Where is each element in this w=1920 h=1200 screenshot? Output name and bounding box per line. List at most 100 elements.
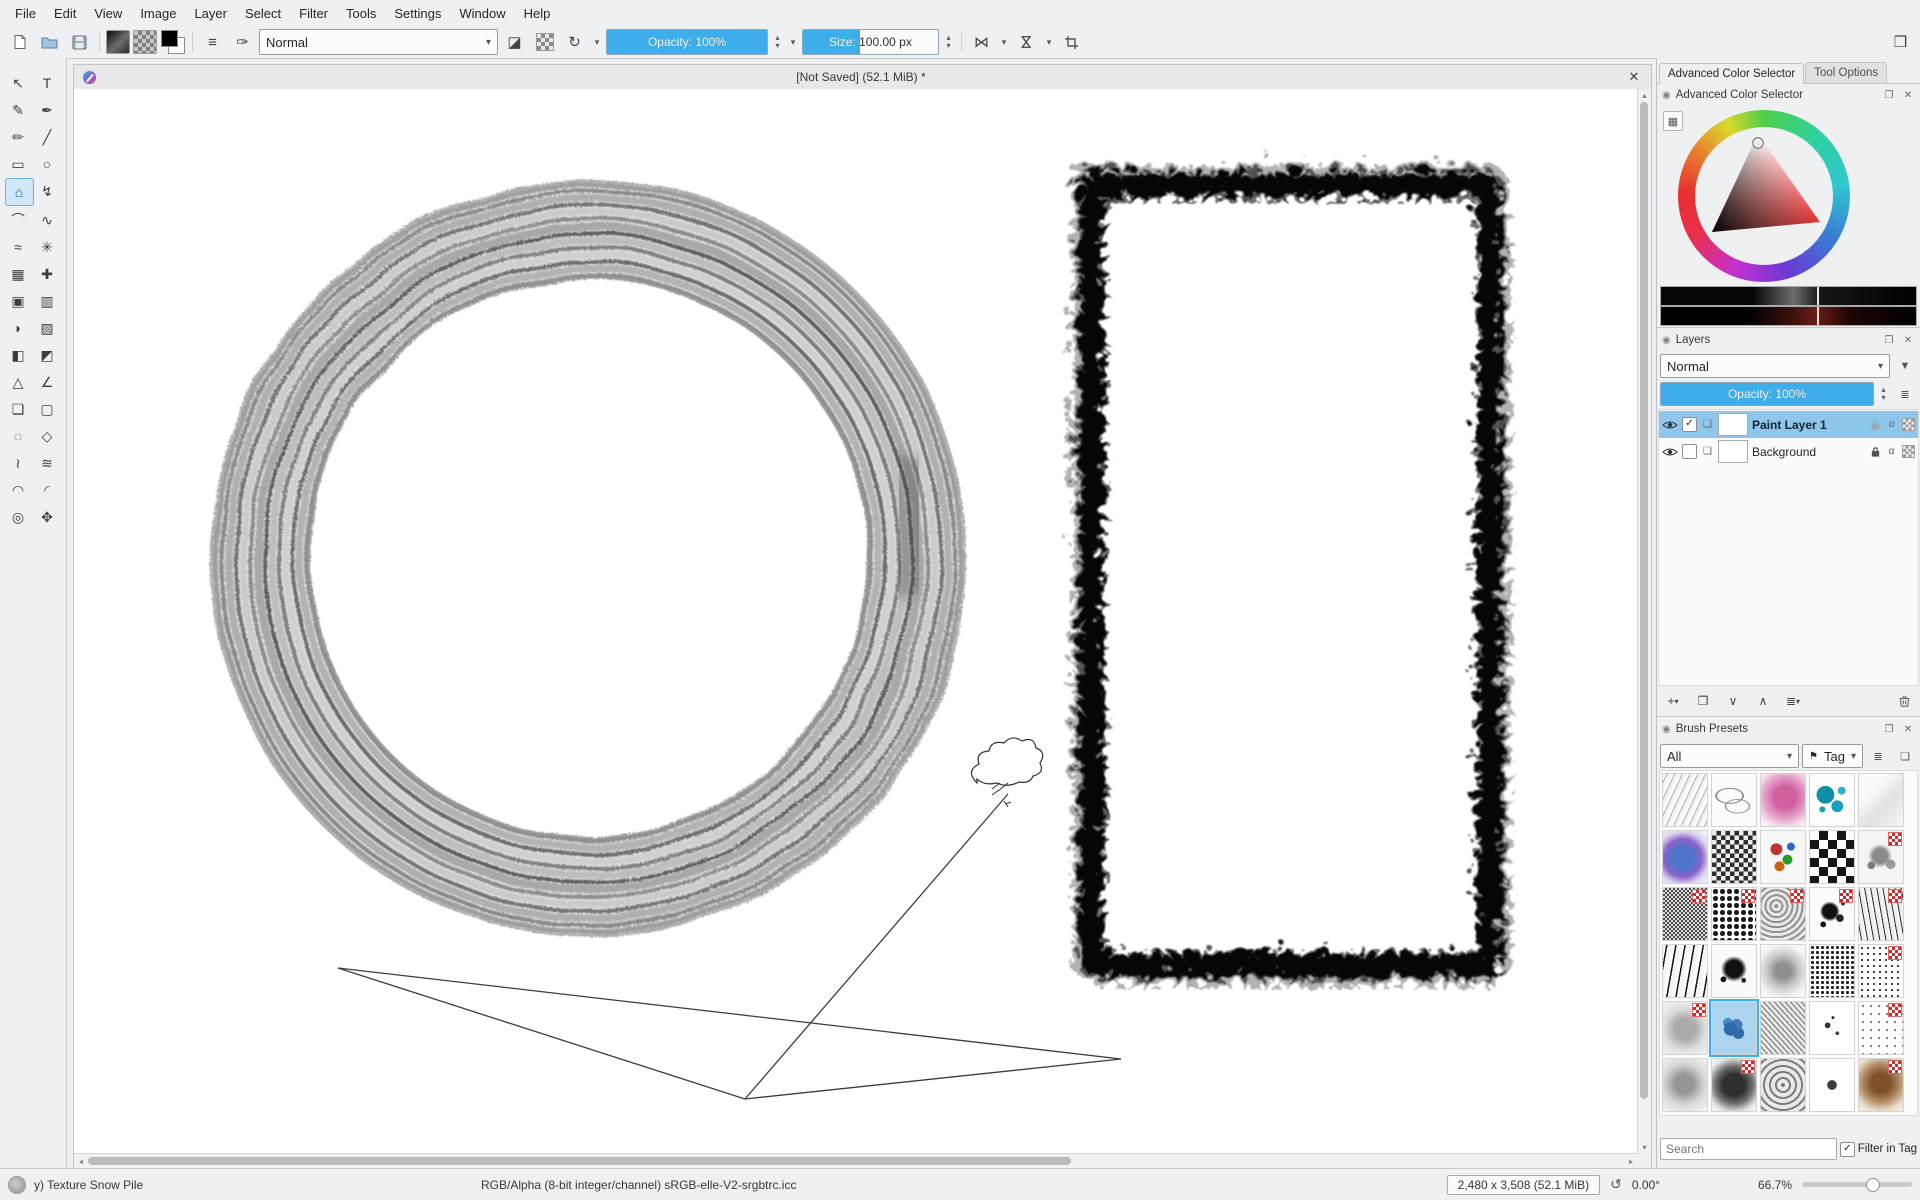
tag-filter-dropdown[interactable]: All ▾ <box>1660 744 1799 768</box>
lock-icon[interactable] <box>1870 419 1881 431</box>
vertical-scroll-track[interactable] <box>1640 102 1649 1141</box>
tool-freehand-brush[interactable]: ✏ <box>5 124 32 150</box>
layer-thumbnail[interactable] <box>1718 440 1748 463</box>
brush-preset-fine-texture[interactable] <box>1662 887 1708 941</box>
tool-pattern[interactable]: ▨ <box>34 315 61 341</box>
brush-preset-checker-large[interactable] <box>1809 830 1855 884</box>
float-docker-icon[interactable]: ❐ <box>1882 90 1896 101</box>
tool-multibrush[interactable]: ✳ <box>34 234 61 260</box>
tool-color-sampler[interactable]: ◗ <box>5 315 32 341</box>
add-layer-button[interactable]: +▾ <box>1660 690 1686 712</box>
tag-button[interactable]: ⚑ Tag ▾ <box>1802 744 1863 768</box>
tool-polyline[interactable]: ↯ <box>34 178 61 204</box>
tool-fill[interactable]: ◧ <box>5 342 32 368</box>
brush-preset-teal-splatter[interactable] <box>1809 773 1855 827</box>
pattern-chooser[interactable] <box>133 30 157 54</box>
tool-polygon[interactable]: ⌂ <box>5 178 34 206</box>
layer-options-button[interactable]: ≣ <box>1893 382 1917 406</box>
tool-magnetic-select[interactable]: ◠ <box>5 477 32 503</box>
menu-filter[interactable]: Filter <box>290 2 337 25</box>
close-docker-icon[interactable]: ✕ <box>1901 90 1915 101</box>
brush-preset-soft-blob[interactable] <box>1662 1001 1708 1055</box>
brush-preset-checker-small[interactable] <box>1711 830 1757 884</box>
layer-checkbox[interactable] <box>1682 444 1697 459</box>
menu-image[interactable]: Image <box>131 2 185 25</box>
brush-preset-pink-smudge[interactable] <box>1760 773 1806 827</box>
shade-selector-strip[interactable] <box>1660 306 1917 326</box>
horizontal-scroll-track[interactable] <box>88 1156 1624 1166</box>
brush-preset-soft-grain[interactable] <box>1760 944 1806 998</box>
menu-view[interactable]: View <box>85 2 131 25</box>
tool-similar-select[interactable]: ≋ <box>34 450 61 476</box>
tool-ellipse[interactable]: ○ <box>34 151 61 177</box>
opacity-slider[interactable]: Opacity: 100% Opacity: 100% <box>606 29 768 55</box>
tab-advanced-color-selector[interactable]: Advanced Color Selector <box>1659 63 1804 84</box>
chevron-down-icon[interactable]: ▾ <box>998 37 1010 48</box>
save-button[interactable] <box>66 29 93 55</box>
tool-zoom[interactable]: ◎ <box>5 504 32 530</box>
docker-lock-icon[interactable]: ◉ <box>1662 724 1671 735</box>
foreground-color-swatch[interactable] <box>161 30 178 47</box>
preserve-alpha-toggle[interactable] <box>531 29 558 55</box>
tool-freehand-path[interactable]: ∿ <box>34 207 61 233</box>
zoom-slider-handle[interactable] <box>1866 1178 1880 1192</box>
hue-ring[interactable] <box>1678 110 1850 282</box>
chevron-down-icon[interactable]: ▾ <box>591 37 603 48</box>
reload-preset-button[interactable]: ↻ <box>561 29 588 55</box>
tool-transform[interactable]: ▦ <box>5 261 32 287</box>
preset-view-mode-button[interactable]: ≣ <box>1866 744 1890 768</box>
zoom-value[interactable]: 66.7% <box>1758 1178 1792 1192</box>
brush-preset-fine-specks[interactable] <box>1858 944 1904 998</box>
canvas[interactable] <box>74 89 1638 1154</box>
mirror-horizontal-button[interactable]: ⋈ <box>968 29 995 55</box>
current-brush-icon[interactable] <box>8 1176 26 1194</box>
docker-lock-icon[interactable]: ◉ <box>1662 90 1671 101</box>
brush-preset-swirl-texture[interactable] <box>1760 1058 1806 1112</box>
layer-thumbnail[interactable] <box>1718 413 1748 436</box>
layer-opacity-slider[interactable]: Opacity: 100% Opacity: 100% <box>1660 382 1874 406</box>
docker-lock-icon[interactable]: ◉ <box>1662 335 1671 346</box>
brush-preset-pencil-sketch[interactable] <box>1662 773 1708 827</box>
menu-select[interactable]: Select <box>236 2 290 25</box>
tool-move[interactable]: ✚ <box>34 261 61 287</box>
layer-row[interactable]: ✓ ❏ Paint Layer 1 α <box>1659 411 1918 438</box>
layer-blending-dropdown[interactable]: Normal ▾ <box>1660 354 1890 378</box>
horizontal-scroll-handle[interactable] <box>88 1157 1071 1165</box>
subwindow-titlebar[interactable]: [Not Saved] (52.1 MiB) * ✕ <box>74 65 1651 90</box>
alpha-lock-icon[interactable]: α <box>1885 419 1898 430</box>
duplicate-layer-button[interactable]: ❐ <box>1690 690 1716 712</box>
shade-selector-strip[interactable] <box>1660 286 1917 306</box>
tool-freehand-select[interactable]: ≀ <box>5 450 32 476</box>
delete-layer-button[interactable] <box>1891 690 1917 712</box>
brush-preset-texture-snow-pile[interactable] <box>1711 1001 1757 1055</box>
workspace-chooser-button[interactable]: ❒ <box>1887 29 1914 55</box>
tool-rectangle[interactable]: ▭ <box>5 151 32 177</box>
menu-edit[interactable]: Edit <box>45 2 85 25</box>
rotation-value[interactable]: 0.00° <box>1632 1178 1660 1192</box>
brush-preset-scratch-lines[interactable] <box>1858 887 1904 941</box>
menu-tools[interactable]: Tools <box>337 2 385 25</box>
layer-name[interactable]: Paint Layer 1 <box>1752 418 1866 432</box>
float-docker-icon[interactable]: ❐ <box>1882 724 1896 735</box>
tool-polygon-select[interactable]: ◇ <box>34 423 61 449</box>
gradient-chooser[interactable] <box>106 30 130 54</box>
brush-preset-dense-speckle[interactable] <box>1809 944 1855 998</box>
tool-assistants[interactable]: △ <box>5 369 32 395</box>
brush-preset-sketch-ellipses[interactable] <box>1711 773 1757 827</box>
trim-to-image-button[interactable] <box>1058 29 1085 55</box>
brush-preset-tiny-specks[interactable] <box>1858 1001 1904 1055</box>
brush-editor-button[interactable]: ≡ <box>199 29 226 55</box>
brush-preset-soft-round[interactable] <box>1662 1058 1708 1112</box>
rotation-reset-icon[interactable]: ↺ <box>1610 1176 1622 1193</box>
scroll-left-icon[interactable]: ◂ <box>74 1157 88 1166</box>
scroll-right-icon[interactable]: ▸ <box>1624 1157 1638 1166</box>
mirror-vertical-button[interactable]: ⋈ <box>1013 29 1040 55</box>
blending-mode-dropdown[interactable]: Normal ▾ <box>259 29 498 55</box>
menu-help[interactable]: Help <box>515 2 560 25</box>
horizontal-scrollbar[interactable]: ◂ ▸ <box>74 1153 1638 1168</box>
lock-icon[interactable] <box>1870 446 1881 458</box>
tool-select-shapes[interactable]: ↖ <box>5 70 32 96</box>
brush-size-slider[interactable]: Size: 100.00 px Size: 100.00 px <box>802 29 939 55</box>
alpha-lock-icon[interactable]: α <box>1885 446 1898 457</box>
size-spinbox[interactable]: ▴▾ <box>942 34 955 50</box>
